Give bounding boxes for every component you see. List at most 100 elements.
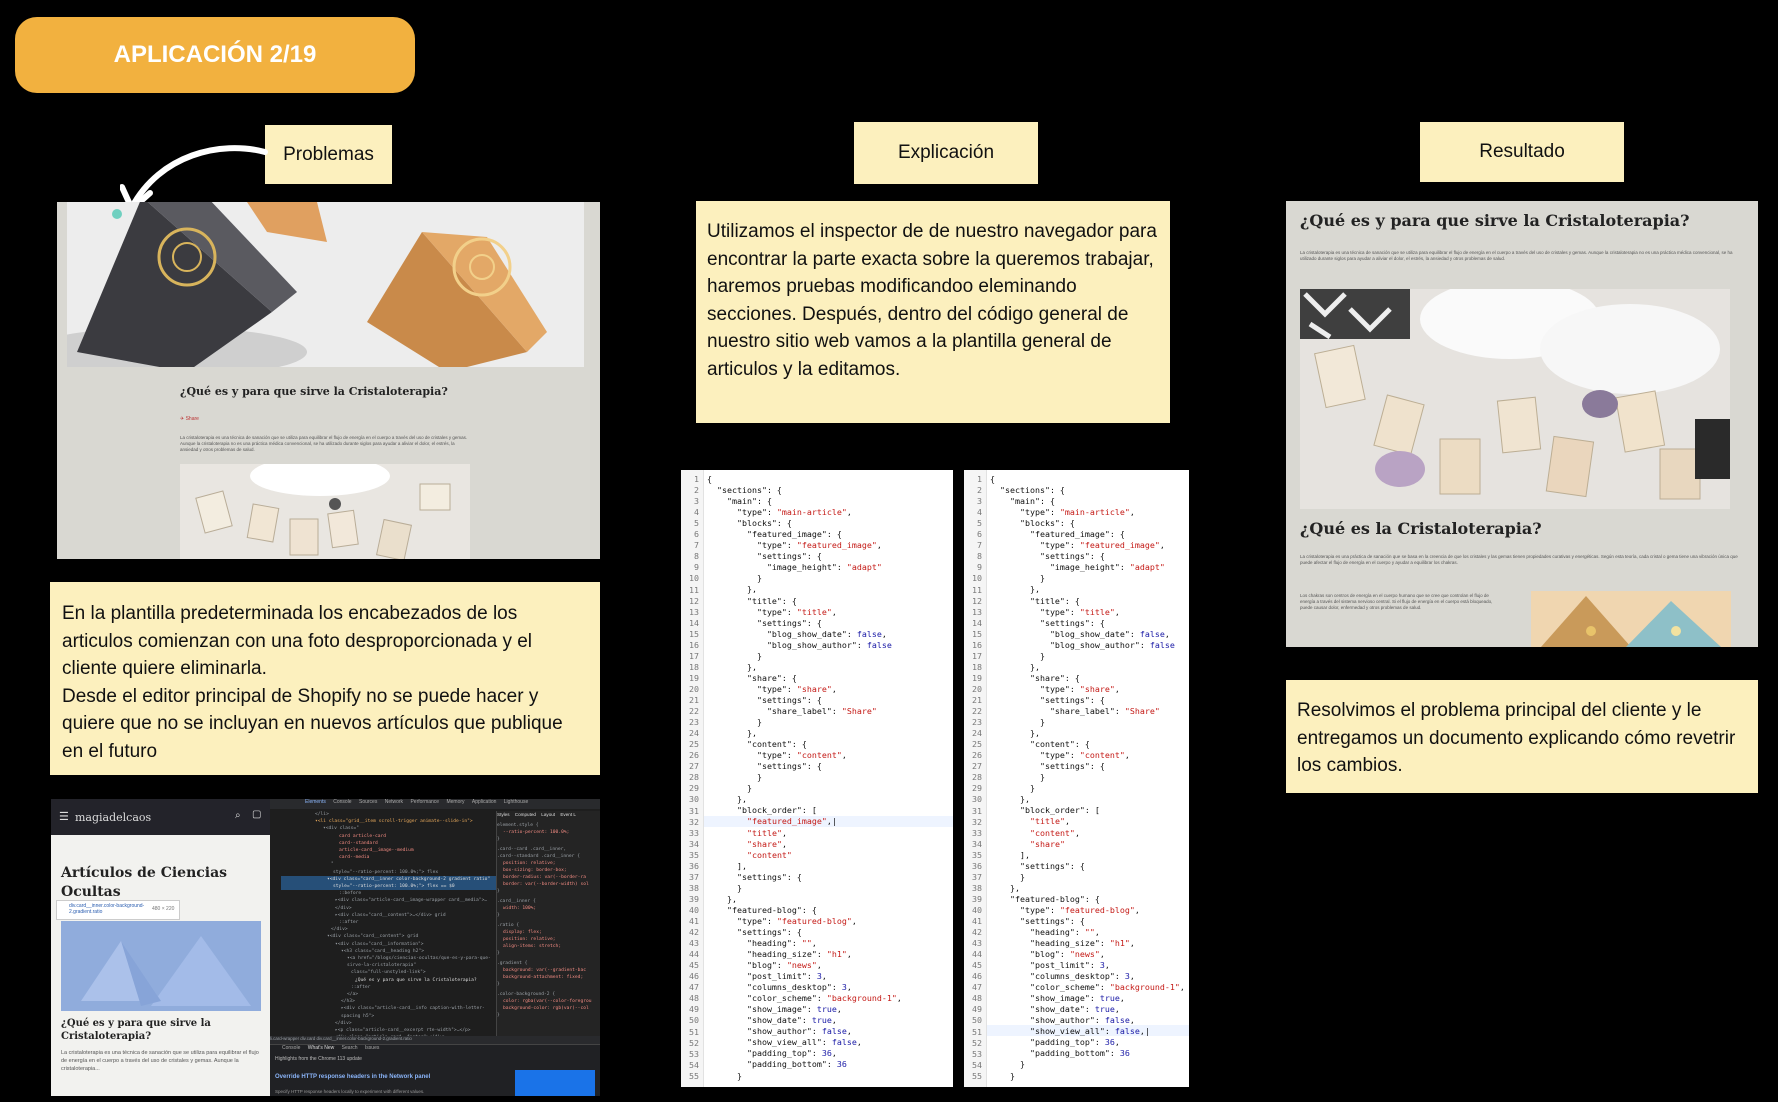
performance-tab[interactable]: Performance [410, 799, 439, 805]
code-before-editor[interactable]: 1 2 3 4 5 6 7 8 9 10 11 12 13 14 15 16 17 18 19 20 21 22 23 24 2… [681, 470, 953, 1087]
line-number: 1 [694, 474, 699, 484]
line-number: 38 [972, 882, 982, 893]
line-number: 25 [972, 739, 982, 750]
line-number: 31 [689, 805, 699, 816]
line-number: 7 [694, 540, 699, 551]
console-tab[interactable]: Console [333, 799, 351, 805]
line-number: 37 [972, 871, 982, 882]
line-number: 39 [972, 893, 982, 904]
drawer-search-tab[interactable]: Search [342, 1045, 358, 1051]
line-number: 43 [972, 938, 982, 949]
styles-tab[interactable]: Styles [497, 812, 510, 817]
menu-icon[interactable]: ☰ [59, 810, 69, 823]
line-number: 43 [689, 938, 699, 949]
before-article-title: ¿Qué es y para que sirve la Cristalotera… [180, 385, 448, 398]
memory-tab[interactable]: Memory [446, 799, 464, 805]
line-number: 45 [689, 960, 699, 971]
line-number: 47 [972, 982, 982, 993]
dom-breadcrumb[interactable]: li.card-wrapper div.card div.card__inner… [270, 1036, 600, 1044]
elements-tab[interactable]: Elements [305, 799, 326, 805]
line-number: 33 [689, 827, 699, 838]
lighthouse-tab[interactable]: Lighthouse [504, 799, 528, 805]
explanation-label: Explicación [854, 122, 1038, 184]
line-number: 41 [689, 916, 699, 926]
drawer-issues-tab[interactable]: Issues [365, 1045, 379, 1051]
result-para2: La cristaloterapia es una práctica de sa… [1300, 554, 1738, 565]
event-listeners-tab[interactable]: Event L [560, 812, 576, 817]
line-number: 14 [972, 617, 982, 628]
line-number: 13 [689, 606, 699, 617]
line-number: 7 [977, 540, 982, 551]
line-number: 36 [689, 860, 699, 871]
problem-description: En la plantilla predeterminada los encab… [50, 582, 600, 775]
whats-new-illustration [515, 1070, 595, 1096]
styles-pane[interactable]: Styles Computed Layout Event L element.s… [496, 811, 600, 1036]
line-number: 3 [694, 496, 699, 507]
drawer-whats-new-tab[interactable]: What's New [308, 1045, 335, 1051]
line-number: 48 [972, 993, 982, 1004]
line-number: 48 [689, 993, 699, 1004]
line-number: 37 [689, 871, 699, 882]
line-number: 9 [694, 562, 699, 573]
result-description: Resolvimos el problema principal del cli… [1286, 680, 1758, 793]
network-tab[interactable]: Network [385, 799, 403, 805]
line-number: 17 [972, 650, 982, 661]
line-number: 24 [689, 728, 699, 739]
result-heading2: ¿Qué es la Cristaloterapia? [1300, 519, 1542, 538]
devtools-tabbar: Elements Console Sources Network Perform… [270, 799, 600, 809]
application-tab[interactable]: Application [472, 799, 496, 805]
article-card-title[interactable]: ¿Qué es y para que sirve la Cristalotera… [61, 1017, 261, 1043]
line-number: 45 [972, 960, 982, 971]
line-number: 8 [977, 551, 982, 562]
line-number: 40 [689, 904, 699, 915]
line-number: 20 [689, 683, 699, 694]
app-counter-label: APLICACIÓN 2/19 [113, 41, 317, 68]
line-number: 3 [977, 496, 982, 507]
cart-icon[interactable]: ▢ [252, 809, 261, 820]
line-number: 32 [972, 816, 982, 827]
article-card-excerpt: La cristaloterapia es una técnica de san… [61, 1050, 259, 1072]
line-number: 41 [972, 916, 982, 926]
result-label-text: Resultado [1479, 141, 1565, 162]
line-number: 18 [689, 661, 699, 672]
line-number: 9 [977, 562, 982, 573]
line-number: 55 [689, 1070, 699, 1081]
tooltip-size: 480 × 220 [152, 906, 175, 912]
problems-label-text: Problemas [283, 143, 374, 165]
line-number: 19 [689, 672, 699, 683]
line-number: 44 [972, 949, 982, 960]
line-number: 16 [972, 639, 982, 650]
mobile-header: ☰ magiadelcaos ⌕ ▢ [51, 799, 270, 835]
search-icon[interactable]: ⌕ [235, 810, 241, 821]
code-before-text: { "sections": { "main": { "type": "main-… [707, 474, 902, 1081]
line-number: 39 [689, 893, 699, 904]
line-number: 35 [972, 849, 982, 860]
dom-tree[interactable]: </li> ▾<li class="grid__item scroll-trig… [281, 811, 501, 1036]
line-number: 29 [972, 783, 982, 794]
line-number: 5 [694, 518, 699, 529]
layout-tab[interactable]: Layout [541, 812, 555, 817]
share-link[interactable]: ✈ Share [180, 416, 199, 422]
line-number: 54 [689, 1059, 699, 1070]
drawer-console-tab[interactable]: Console [282, 1045, 300, 1051]
whats-new-link[interactable]: Override HTTP response headers in the Ne… [275, 1074, 505, 1080]
line-number: 54 [972, 1059, 982, 1070]
line-number: 15 [972, 628, 982, 639]
line-number: 38 [689, 882, 699, 893]
line-number: 11 [689, 584, 699, 595]
line-number: 14 [689, 617, 699, 628]
line-number: 26 [689, 750, 699, 761]
line-number: 16 [689, 639, 699, 650]
line-number: 28 [972, 772, 982, 783]
crystal-pyramid-photo [1531, 591, 1731, 647]
line-number: 12 [972, 595, 982, 606]
line-number: 34 [689, 838, 699, 849]
before-article-body: La cristaloterapia es una técnica de san… [180, 435, 468, 452]
computed-tab[interactable]: Computed [515, 812, 536, 817]
code-after-editor[interactable]: 1 2 3 4 5 6 7 8 9 10 11 12 13 14 15 16 17 18 19 20 21 22 23 24 2… [964, 470, 1189, 1087]
tooltip-selector: div.card__inner.color-background-2.gradi… [69, 903, 145, 915]
share-label: Share [185, 416, 199, 422]
sources-tab[interactable]: Sources [359, 799, 377, 805]
line-number: 53 [972, 1048, 982, 1059]
line-number: 42 [972, 927, 982, 938]
